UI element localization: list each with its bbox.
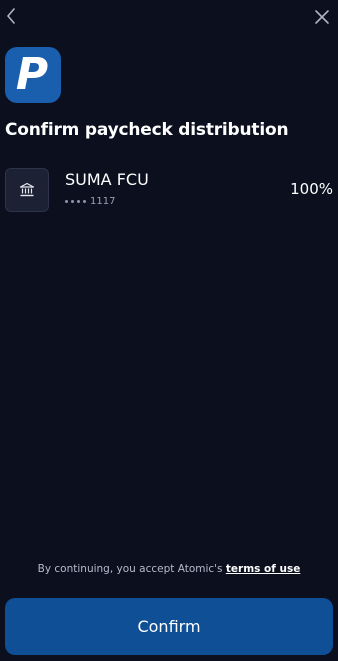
account-name: SUMA FCU xyxy=(65,170,149,189)
chevron-left-icon xyxy=(7,8,15,24)
masked-digits xyxy=(65,200,86,203)
terms-notice: By continuing, you accept Atomic's terms… xyxy=(0,563,338,575)
account-last-four: 1117 xyxy=(90,196,116,207)
bank-icon xyxy=(19,182,35,197)
top-bar xyxy=(0,0,338,36)
terms-of-use-link[interactable]: terms of use xyxy=(226,563,300,575)
account-number: 1117 xyxy=(65,196,115,207)
account-row[interactable]: SUMA FCU 1117 100% xyxy=(5,166,333,214)
back-button[interactable] xyxy=(2,5,20,27)
logo-letter: P xyxy=(15,49,49,100)
terms-prefix: By continuing, you accept Atomic's xyxy=(37,563,226,575)
close-button[interactable] xyxy=(312,7,332,27)
confirm-distribution-screen: P Confirm paycheck distribution SUMA FCU… xyxy=(0,0,338,661)
page-title: Confirm paycheck distribution xyxy=(5,120,289,140)
employer-logo: P xyxy=(5,47,61,103)
close-icon xyxy=(315,10,329,24)
bank-icon-tile xyxy=(5,168,49,212)
distribution-percentage: 100% xyxy=(290,180,333,198)
confirm-button[interactable]: Confirm xyxy=(5,598,333,655)
